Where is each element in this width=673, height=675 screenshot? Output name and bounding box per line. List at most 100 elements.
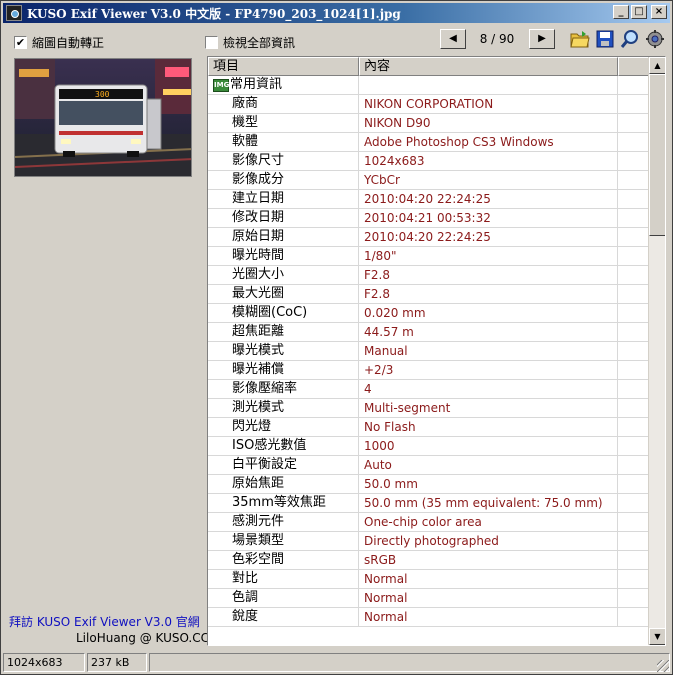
exif-row[interactable]: 場景類型 Directly photographed [208,532,649,551]
exif-row[interactable]: 超焦距離 44.57 m [208,323,649,342]
exif-field-value: F2.8 [359,285,618,303]
app-window: KUSO Exif Viewer V3.0 中文版 - FP4790_203_1… [0,0,673,675]
exif-field-value: +2/3 [359,361,618,379]
exif-field-label: 建立日期 [230,190,359,208]
exif-field-label: 白平衡設定 [230,456,359,474]
exif-field-label: 對比 [230,570,359,588]
exif-field-value: Auto [359,456,618,474]
app-icon[interactable] [6,5,22,21]
exif-field-label: 色彩空間 [230,551,359,569]
exif-field-value: No Flash [359,418,618,436]
exif-field-label: 場景類型 [230,532,359,550]
minimize-button[interactable]: _ [613,5,629,19]
scroll-thumb[interactable] [649,74,665,236]
exif-row[interactable]: 影像尺寸 1024x683 [208,152,649,171]
settings-icon[interactable] [644,28,666,50]
exif-row[interactable]: 對比 Normal [208,570,649,589]
exif-field-label: 光圈大小 [230,266,359,284]
exif-field-value: Manual [359,342,618,360]
zoom-icon[interactable] [619,28,641,50]
exif-field-value: 2010:04:21 00:53:32 [359,209,618,227]
exif-row[interactable]: 原始日期 2010:04:20 22:24:25 [208,228,649,247]
exif-field-value: 4 [359,380,618,398]
show-all-label: 檢視全部資訊 [223,36,296,50]
exif-row[interactable]: 色彩空間 sRGB [208,551,649,570]
exif-row[interactable]: 廠商 NIKON CORPORATION [208,95,649,114]
window-title: KUSO Exif Viewer V3.0 中文版 - FP4790_203_1… [27,6,401,21]
exif-row[interactable]: 影像成分 YCbCr [208,171,649,190]
resize-grip[interactable] [657,660,669,672]
exif-field-label: 曝光時間 [230,247,359,265]
exif-row[interactable]: 影像壓縮率 4 [208,380,649,399]
exif-row[interactable]: ISO感光數值 1000 [208,437,649,456]
exif-row[interactable]: 建立日期 2010:04:20 22:24:25 [208,190,649,209]
exif-row[interactable]: 銳度 Normal [208,608,649,627]
exif-row[interactable]: 白平衡設定 Auto [208,456,649,475]
auto-rotate-label: 縮圖自動轉正 [32,36,105,50]
save-icon[interactable] [594,28,616,50]
exif-row[interactable]: 曝光補償 +2/3 [208,361,649,380]
section-row-common[interactable]: IMG 常用資訊 [208,76,649,95]
exif-field-label: 機型 [230,114,359,132]
exif-row[interactable]: 最大光圈 F2.8 [208,285,649,304]
page-counter: 8 / 90 [479,32,515,46]
auto-rotate-checkbox[interactable]: ✔ [14,36,27,49]
next-image-button[interactable]: ▶ [529,29,555,49]
exif-field-label: 曝光補償 [230,361,359,379]
column-header-filler [618,57,649,76]
show-all-checkbox[interactable] [205,36,218,49]
bus-photo: 300 [15,59,191,176]
exif-field-label: 感測元件 [230,513,359,531]
exif-field-value: YCbCr [359,171,618,189]
exif-field-label: 曝光模式 [230,342,359,360]
prev-image-button[interactable]: ◀ [440,29,466,49]
exif-row[interactable]: 色調 Normal [208,589,649,608]
exif-row[interactable]: 測光模式 Multi-segment [208,399,649,418]
column-header-item[interactable]: 項目 [208,57,359,76]
open-folder-icon[interactable] [569,28,591,50]
exif-field-value: 1000 [359,437,618,455]
exif-field-value: One-chip color area [359,513,618,531]
column-header-content[interactable]: 內容 [359,57,618,76]
auto-rotate-checkbox-group[interactable]: ✔ 縮圖自動轉正 [14,34,104,51]
exif-row[interactable]: 軟體 Adobe Photoshop CS3 Windows [208,133,649,152]
status-empty-panel [149,653,670,672]
vertical-scrollbar[interactable]: ▲ ▼ [648,57,665,645]
exif-row[interactable]: 機型 NIKON D90 [208,114,649,133]
exif-field-value: 50.0 mm (35 mm equivalent: 75.0 mm) [359,494,618,512]
exif-field-label: 測光模式 [230,399,359,417]
exif-field-value: NIKON D90 [359,114,618,132]
exif-field-value: 0.020 mm [359,304,618,322]
exif-field-label: 色調 [230,589,359,607]
scroll-up-button[interactable]: ▲ [649,57,665,74]
exif-field-value: Multi-segment [359,399,618,417]
image-thumbnail[interactable]: 300 [14,58,192,177]
exif-field-label: 銳度 [230,608,359,626]
scroll-down-button[interactable]: ▼ [649,628,665,645]
exif-grid[interactable]: 項目 內容 IMG 常用資訊 廠商 NIKON CORPORATION 機型 NIKO… [207,56,666,646]
maximize-button[interactable]: □ [631,5,647,19]
exif-row[interactable]: 修改日期 2010:04:21 00:53:32 [208,209,649,228]
exif-field-value: 1024x683 [359,152,618,170]
image-info-icon: IMG [213,78,229,92]
show-all-checkbox-group[interactable]: 檢視全部資訊 [205,34,295,51]
exif-field-value: NIKON CORPORATION [359,95,618,113]
title-bar[interactable]: KUSO Exif Viewer V3.0 中文版 - FP4790_203_1… [3,3,670,23]
official-site-link[interactable]: 拜訪 KUSO Exif Viewer V3.0 官網 [9,613,200,630]
exif-row[interactable]: 曝光模式 Manual [208,342,649,361]
exif-row[interactable]: 原始焦距 50.0 mm [208,475,649,494]
exif-row[interactable]: 光圈大小 F2.8 [208,266,649,285]
exif-row[interactable]: 曝光時間 1/80" [208,247,649,266]
author-credit: LiloHuang @ KUSO.CC [76,631,210,645]
exif-row[interactable]: 閃光燈 No Flash [208,418,649,437]
status-bar: 1024x683 237 kB [3,653,670,673]
exif-field-value: Normal [359,570,618,588]
exif-row[interactable]: 模糊圈(CoC) 0.020 mm [208,304,649,323]
exif-row[interactable]: 35mm等效焦距 50.0 mm (35 mm equivalent: 75.0 … [208,494,649,513]
exif-rows: IMG 常用資訊 廠商 NIKON CORPORATION 機型 NIKON D90 軟… [208,76,649,627]
exif-field-label: 原始日期 [230,228,359,246]
close-button[interactable]: × [651,5,667,19]
exif-row[interactable]: 感測元件 One-chip color area [208,513,649,532]
exif-field-value: Directly photographed [359,532,618,550]
exif-field-value: 44.57 m [359,323,618,341]
